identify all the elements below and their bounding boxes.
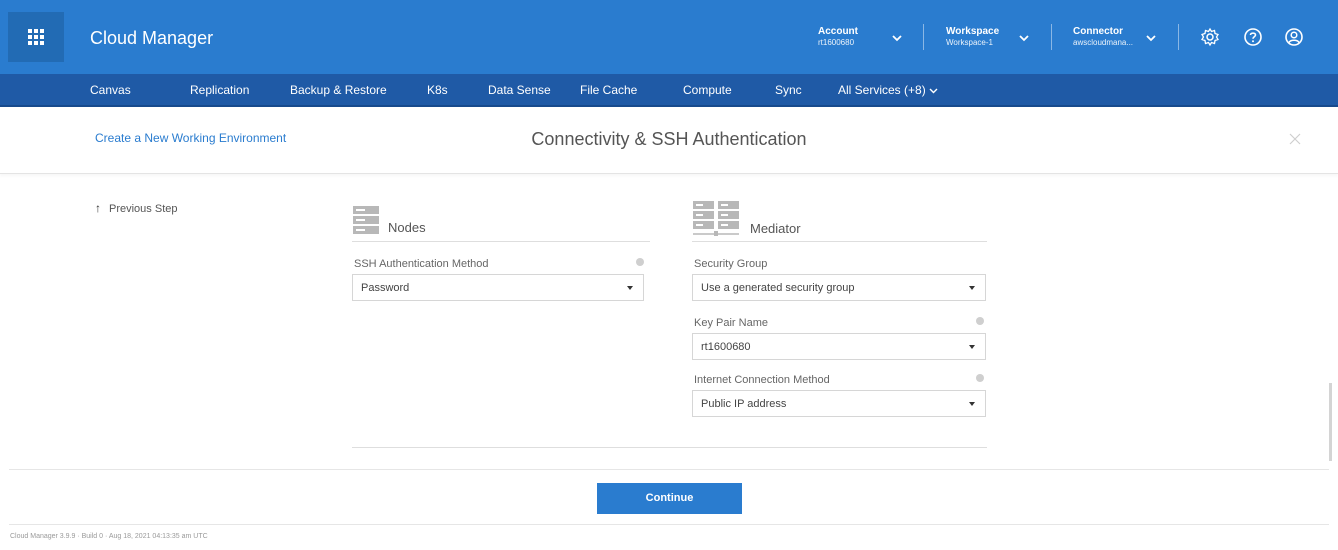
app-title: Cloud Manager: [90, 28, 214, 48]
chevron-down-icon: [929, 88, 938, 94]
nav-item-data-sense[interactable]: Data Sense: [488, 83, 551, 97]
form-bottom-divider: [352, 447, 987, 448]
dropdown-caret-icon: [627, 286, 633, 290]
header-divider: [923, 24, 924, 50]
ssh-auth-method-value: Password: [361, 282, 410, 294]
workspace-label: Workspace: [946, 26, 1000, 37]
nav-item-k8s[interactable]: K8s: [427, 83, 448, 97]
footer-divider: [9, 524, 1329, 525]
connector-value: awscloudmana...: [1073, 38, 1134, 47]
continue-button[interactable]: Continue: [597, 483, 742, 514]
chevron-down-icon[interactable]: [1017, 31, 1031, 45]
key-pair-name-label: Key Pair Name: [694, 317, 768, 329]
previous-step-link[interactable]: ↑ Previous Step: [95, 201, 177, 215]
nodes-title: Nodes: [388, 220, 426, 235]
page-title: Connectivity & SSH Authentication: [531, 129, 807, 149]
help-icon[interactable]: [1243, 27, 1263, 47]
internet-connection-method-label: Internet Connection Method: [694, 374, 830, 386]
main-nav: Canvas Replication Backup & Restore K8s …: [0, 74, 1338, 107]
info-icon[interactable]: [976, 374, 984, 382]
dropdown-caret-icon: [969, 345, 975, 349]
footer-divider: [9, 469, 1329, 470]
previous-step-label: Previous Step: [109, 203, 178, 215]
chevron-down-icon[interactable]: [1144, 31, 1158, 45]
server-icon: [353, 206, 379, 234]
info-icon[interactable]: [636, 258, 644, 266]
nav-item-file-cache[interactable]: File Cache: [580, 83, 637, 97]
internet-connection-method-value: Public IP address: [701, 398, 787, 410]
divider: [692, 241, 987, 242]
security-group-select[interactable]: Use a generated security group: [692, 274, 986, 301]
ssh-auth-method-select[interactable]: Password: [352, 274, 644, 301]
internet-connection-method-select[interactable]: Public IP address: [692, 390, 986, 417]
apps-grid-icon[interactable]: [8, 12, 64, 62]
mediator-title: Mediator: [750, 221, 801, 236]
nav-item-backup-restore[interactable]: Backup & Restore: [290, 83, 387, 97]
top-header: Cloud Manager Account rt1600680 Workspac…: [0, 0, 1338, 74]
security-group-label: Security Group: [694, 258, 768, 270]
close-icon[interactable]: [1288, 132, 1302, 146]
connector-selector[interactable]: Connector awscloudmana...: [1073, 26, 1133, 48]
mediator-servers-icon: [693, 201, 739, 236]
nav-item-compute[interactable]: Compute: [683, 83, 732, 97]
account-selector[interactable]: Account rt1600680: [818, 26, 858, 48]
connector-label: Connector: [1073, 26, 1123, 37]
divider: [352, 241, 650, 242]
nodes-section-header: Nodes: [352, 205, 426, 235]
nav-item-canvas[interactable]: Canvas: [90, 83, 131, 97]
dropdown-caret-icon: [969, 402, 975, 406]
key-pair-name-value: rt1600680: [701, 341, 751, 353]
key-pair-name-select[interactable]: rt1600680: [692, 333, 986, 360]
nav-item-replication[interactable]: Replication: [190, 83, 249, 97]
arrow-up-icon: ↑: [95, 201, 101, 215]
chevron-down-icon[interactable]: [890, 31, 904, 45]
build-info: Cloud Manager 3.9.9 · Build 0 · Aug 18, …: [10, 533, 208, 540]
nav-item-all-services[interactable]: All Services (+8): [838, 83, 938, 97]
workspace-value: Workspace-1: [946, 38, 993, 47]
nav-item-sync[interactable]: Sync: [775, 83, 802, 97]
vertical-scrollbar[interactable]: [1329, 383, 1332, 461]
settings-gear-icon[interactable]: [1200, 27, 1220, 47]
header-divider: [1051, 24, 1052, 50]
mediator-section-header: Mediator: [692, 200, 801, 238]
all-services-label: All Services (+8): [838, 83, 926, 97]
dropdown-caret-icon: [969, 286, 975, 290]
account-value: rt1600680: [818, 38, 855, 47]
user-profile-icon[interactable]: [1284, 27, 1304, 47]
account-label: Account: [818, 26, 858, 37]
info-icon[interactable]: [976, 317, 984, 325]
ssh-auth-method-label: SSH Authentication Method: [354, 258, 489, 270]
workspace-selector[interactable]: Workspace Workspace-1: [946, 26, 999, 48]
security-group-value: Use a generated security group: [701, 282, 855, 294]
header-divider: [1178, 24, 1179, 50]
